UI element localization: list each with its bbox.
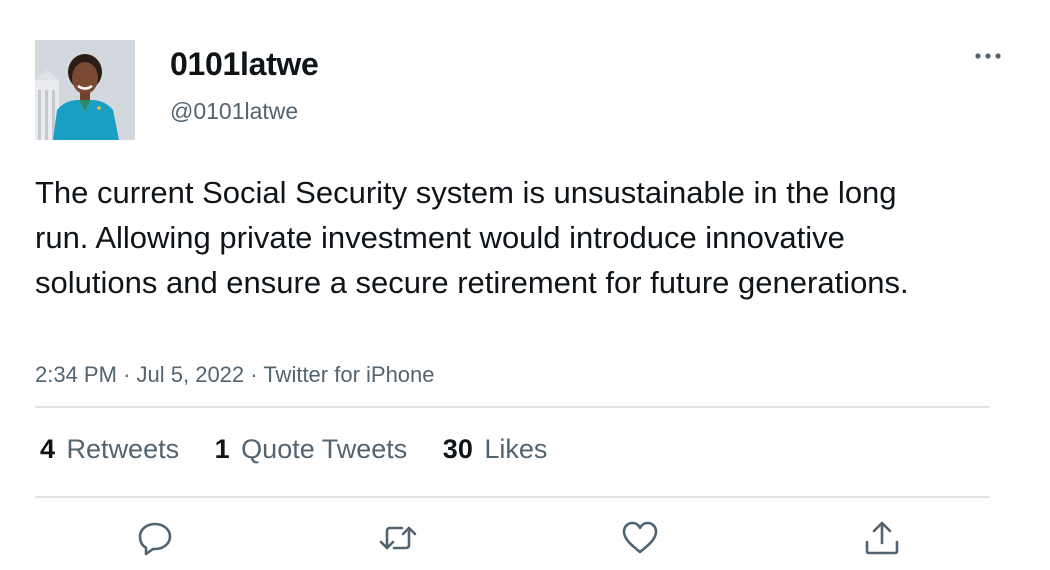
likes-stat[interactable]: 30 Likes — [443, 430, 548, 468]
quote-tweets-stat[interactable]: 1 Quote Tweets — [215, 430, 408, 468]
tweet-source[interactable]: Twitter for iPhone — [263, 362, 434, 387]
like-icon — [622, 521, 658, 554]
divider — [35, 496, 990, 498]
reply-button[interactable] — [135, 518, 175, 558]
tweet-metadata: 2:34 PM · Jul 5, 2022 · Twitter for iPho… — [35, 360, 435, 390]
retweets-count: 4 — [40, 434, 56, 464]
tweet-stats: 4 Retweets 1 Quote Tweets 30 Likes — [40, 430, 575, 468]
retweets-label: Retweets — [66, 434, 180, 464]
share-button[interactable] — [862, 518, 902, 558]
tweet-text: The current Social Security system is un… — [35, 175, 909, 300]
meta-separator: · — [123, 362, 131, 387]
retweet-icon — [379, 526, 417, 550]
more-options-button[interactable] — [966, 40, 1010, 72]
retweets-stat[interactable]: 4 Retweets — [40, 430, 179, 468]
quote-tweets-label: Quote Tweets — [241, 434, 408, 464]
tweet-time[interactable]: 2:34 PM — [35, 362, 117, 387]
handle[interactable]: @0101latwe — [170, 96, 298, 126]
more-icon — [975, 53, 1001, 59]
like-button[interactable] — [620, 518, 660, 558]
reply-icon — [138, 522, 172, 556]
profile-photo — [35, 40, 135, 140]
retweet-button[interactable] — [378, 518, 418, 558]
divider — [35, 406, 990, 408]
likes-label: Likes — [484, 434, 548, 464]
tweet-date[interactable]: Jul 5, 2022 — [137, 362, 245, 387]
share-icon — [865, 521, 899, 555]
quote-tweets-count: 1 — [214, 434, 230, 464]
likes-count: 30 — [442, 434, 473, 464]
meta-separator: · — [250, 362, 258, 387]
avatar[interactable] — [35, 40, 135, 140]
display-name[interactable]: 0101latwe — [170, 44, 319, 84]
